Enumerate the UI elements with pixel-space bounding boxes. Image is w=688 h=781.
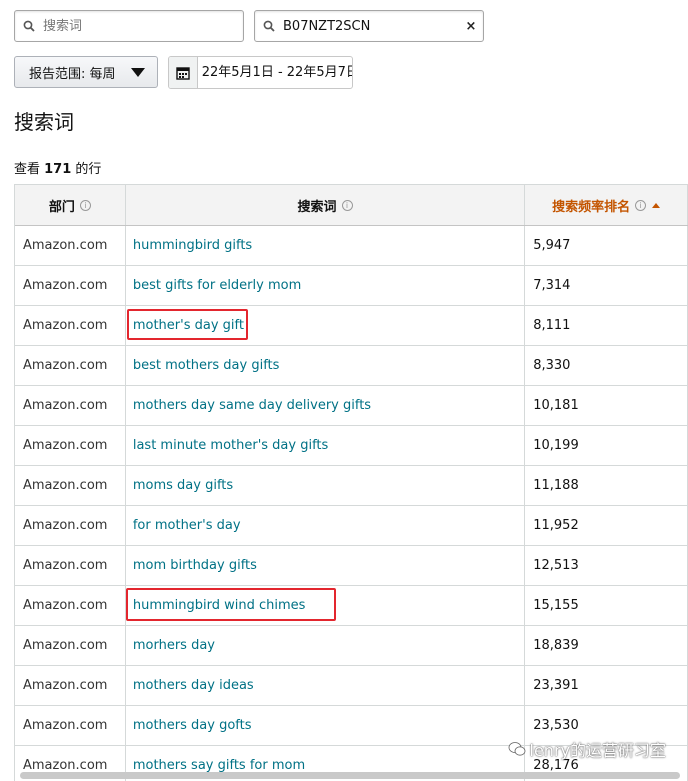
date-range-text[interactable]: 22年5月1日 - 22年5月7日: [198, 57, 352, 88]
table-row: Amazon.com mom birthday gifts 12,513: [15, 546, 688, 586]
header-search-rank[interactable]: 搜索频率排名 i: [525, 185, 688, 225]
table-header: 部门 i 搜索词 i 搜索频率排名 i: [15, 185, 688, 226]
search-term-link[interactable]: mothers say gifts for mom: [133, 758, 305, 773]
department-cell: Amazon.com: [15, 386, 126, 425]
row-count-suffix: 的行: [71, 162, 102, 177]
horizontal-scrollbar[interactable]: [20, 772, 680, 779]
header-department[interactable]: 部门 i: [15, 185, 126, 225]
search-rank-cell: 15,155: [525, 586, 688, 625]
search-rank-cell: 18,839: [525, 626, 688, 665]
search-rank-cell: 23,391: [525, 666, 688, 705]
department-cell: Amazon.com: [15, 506, 126, 545]
info-icon[interactable]: i: [635, 199, 647, 211]
search-term-cell: hummingbird wind chimes: [126, 586, 526, 625]
search-rank-cell: 5,947: [525, 226, 688, 265]
search-term-cell: mother's day gift: [126, 306, 526, 345]
table-row: Amazon.com mother's day gift 8,111: [15, 306, 688, 346]
header-search-term-label: 搜索词: [297, 199, 337, 215]
report-range-label: 报告范围: 每周: [29, 66, 116, 82]
wechat-icon: [508, 742, 525, 756]
department-cell: Amazon.com: [15, 586, 126, 625]
row-count-prefix: 查看: [14, 162, 45, 177]
asin-search-input[interactable]: [283, 11, 459, 41]
search-rank-cell: 10,181: [525, 386, 688, 425]
department-cell: Amazon.com: [15, 226, 126, 265]
header-department-label: 部门: [48, 199, 75, 215]
watermark-text: lenry的运营研习室: [529, 741, 666, 760]
search-term-cell: best mothers day gifts: [126, 346, 526, 385]
sort-ascending-icon[interactable]: [652, 202, 661, 208]
search-term-link[interactable]: mother's day gift: [133, 318, 244, 333]
search-rank-cell: 8,330: [525, 346, 688, 385]
page-title: 搜索词: [14, 110, 74, 134]
search-term-link[interactable]: hummingbird gifts: [133, 238, 252, 253]
table-row: Amazon.com best gifts for elderly mom 7,31…: [15, 266, 688, 306]
search-term-link[interactable]: moms day gifts: [133, 478, 233, 493]
header-search-rank-label: 搜索频率排名: [552, 199, 631, 215]
search-rank-cell: 11,952: [525, 506, 688, 545]
search-term-cell: mothers day ideas: [126, 666, 526, 705]
header-search-term[interactable]: 搜索词 i: [126, 185, 526, 225]
watermark: lenry的运营研习室: [508, 737, 666, 761]
info-icon[interactable]: i: [79, 199, 91, 211]
department-cell: Amazon.com: [15, 266, 126, 305]
table-row: Amazon.com last minute mother's day gifts…: [15, 426, 688, 466]
department-cell: Amazon.com: [15, 666, 126, 705]
department-cell: Amazon.com: [15, 626, 126, 665]
search-term-cell: for mother's day: [126, 506, 526, 545]
search-term-link[interactable]: best mothers day gifts: [133, 358, 280, 373]
search-rank-cell: 7,314: [525, 266, 688, 305]
search-term-link[interactable]: best gifts for elderly mom: [133, 278, 301, 293]
table-row: Amazon.com mothers day same day delivery …: [15, 386, 688, 426]
date-range-picker[interactable]: 22年5月1日 - 22年5月7日: [168, 56, 353, 89]
search-term-cell: best gifts for elderly mom: [126, 266, 526, 305]
table-row: Amazon.com moms day gifts 11,188: [15, 466, 688, 506]
search-icon: [255, 20, 283, 32]
department-cell: Amazon.com: [15, 346, 126, 385]
search-rank-cell: 12,513: [525, 546, 688, 585]
search-rank-cell: 8,111: [525, 306, 688, 345]
table-body: Amazon.com hummingbird gifts 5,947 Amazon.c…: [15, 226, 688, 781]
search-term-cell: mothers day gofts: [126, 706, 526, 745]
search-term-link[interactable]: mothers day same day delivery gifts: [133, 398, 371, 413]
table-row: Amazon.com hummingbird gifts 5,947: [15, 226, 688, 266]
table-row: Amazon.com for mother's day 11,952: [15, 506, 688, 546]
table-row: Amazon.com morhers day 18,839: [15, 626, 688, 666]
search-term-link[interactable]: last minute mother's day gifts: [133, 438, 328, 453]
calendar-icon[interactable]: [169, 57, 198, 88]
department-cell: Amazon.com: [15, 546, 126, 585]
search-term-cell: mothers day same day delivery gifts: [126, 386, 526, 425]
search-icon: [15, 20, 43, 32]
search-rank-cell: 10,199: [525, 426, 688, 465]
row-count: 查看 171 的行: [14, 158, 101, 177]
search-term-cell: hummingbird gifts: [126, 226, 526, 265]
search-term-cell: mom birthday gifts: [126, 546, 526, 585]
clear-icon[interactable]: ×: [459, 19, 483, 34]
asin-search-box[interactable]: ×: [254, 10, 484, 42]
search-term-link[interactable]: hummingbird wind chimes: [133, 598, 306, 613]
search-term-link[interactable]: mothers day ideas: [133, 678, 254, 693]
table-row: Amazon.com best mothers day gifts 8,330: [15, 346, 688, 386]
department-cell: Amazon.com: [15, 706, 126, 745]
department-cell: Amazon.com: [15, 466, 126, 505]
search-term-link[interactable]: for mother's day: [133, 518, 241, 533]
search-term-link[interactable]: mom birthday gifts: [133, 558, 257, 573]
report-range-dropdown[interactable]: 报告范围: 每周: [14, 56, 158, 88]
search-term-cell: moms day gifts: [126, 466, 526, 505]
search-term-cell: morhers day: [126, 626, 526, 665]
department-cell: Amazon.com: [15, 306, 126, 345]
row-count-number: 171: [44, 162, 72, 177]
search-term-cell: last minute mother's day gifts: [126, 426, 526, 465]
info-icon[interactable]: i: [341, 199, 353, 211]
department-cell: Amazon.com: [15, 426, 126, 465]
search-term-link[interactable]: morhers day: [133, 638, 215, 653]
search-rank-cell: 11,188: [525, 466, 688, 505]
search-term-link[interactable]: mothers day gofts: [133, 718, 252, 733]
table-row: Amazon.com hummingbird wind chimes 15,155: [15, 586, 688, 626]
search-terms-table: 部门 i 搜索词 i 搜索频率排名 i Amazon.com hummingbird g…: [14, 184, 688, 781]
caret-down-icon: [131, 68, 145, 77]
table-row: Amazon.com mothers day ideas 23,391: [15, 666, 688, 706]
keyword-search-input[interactable]: [43, 11, 243, 41]
keyword-search-box[interactable]: [14, 10, 244, 42]
